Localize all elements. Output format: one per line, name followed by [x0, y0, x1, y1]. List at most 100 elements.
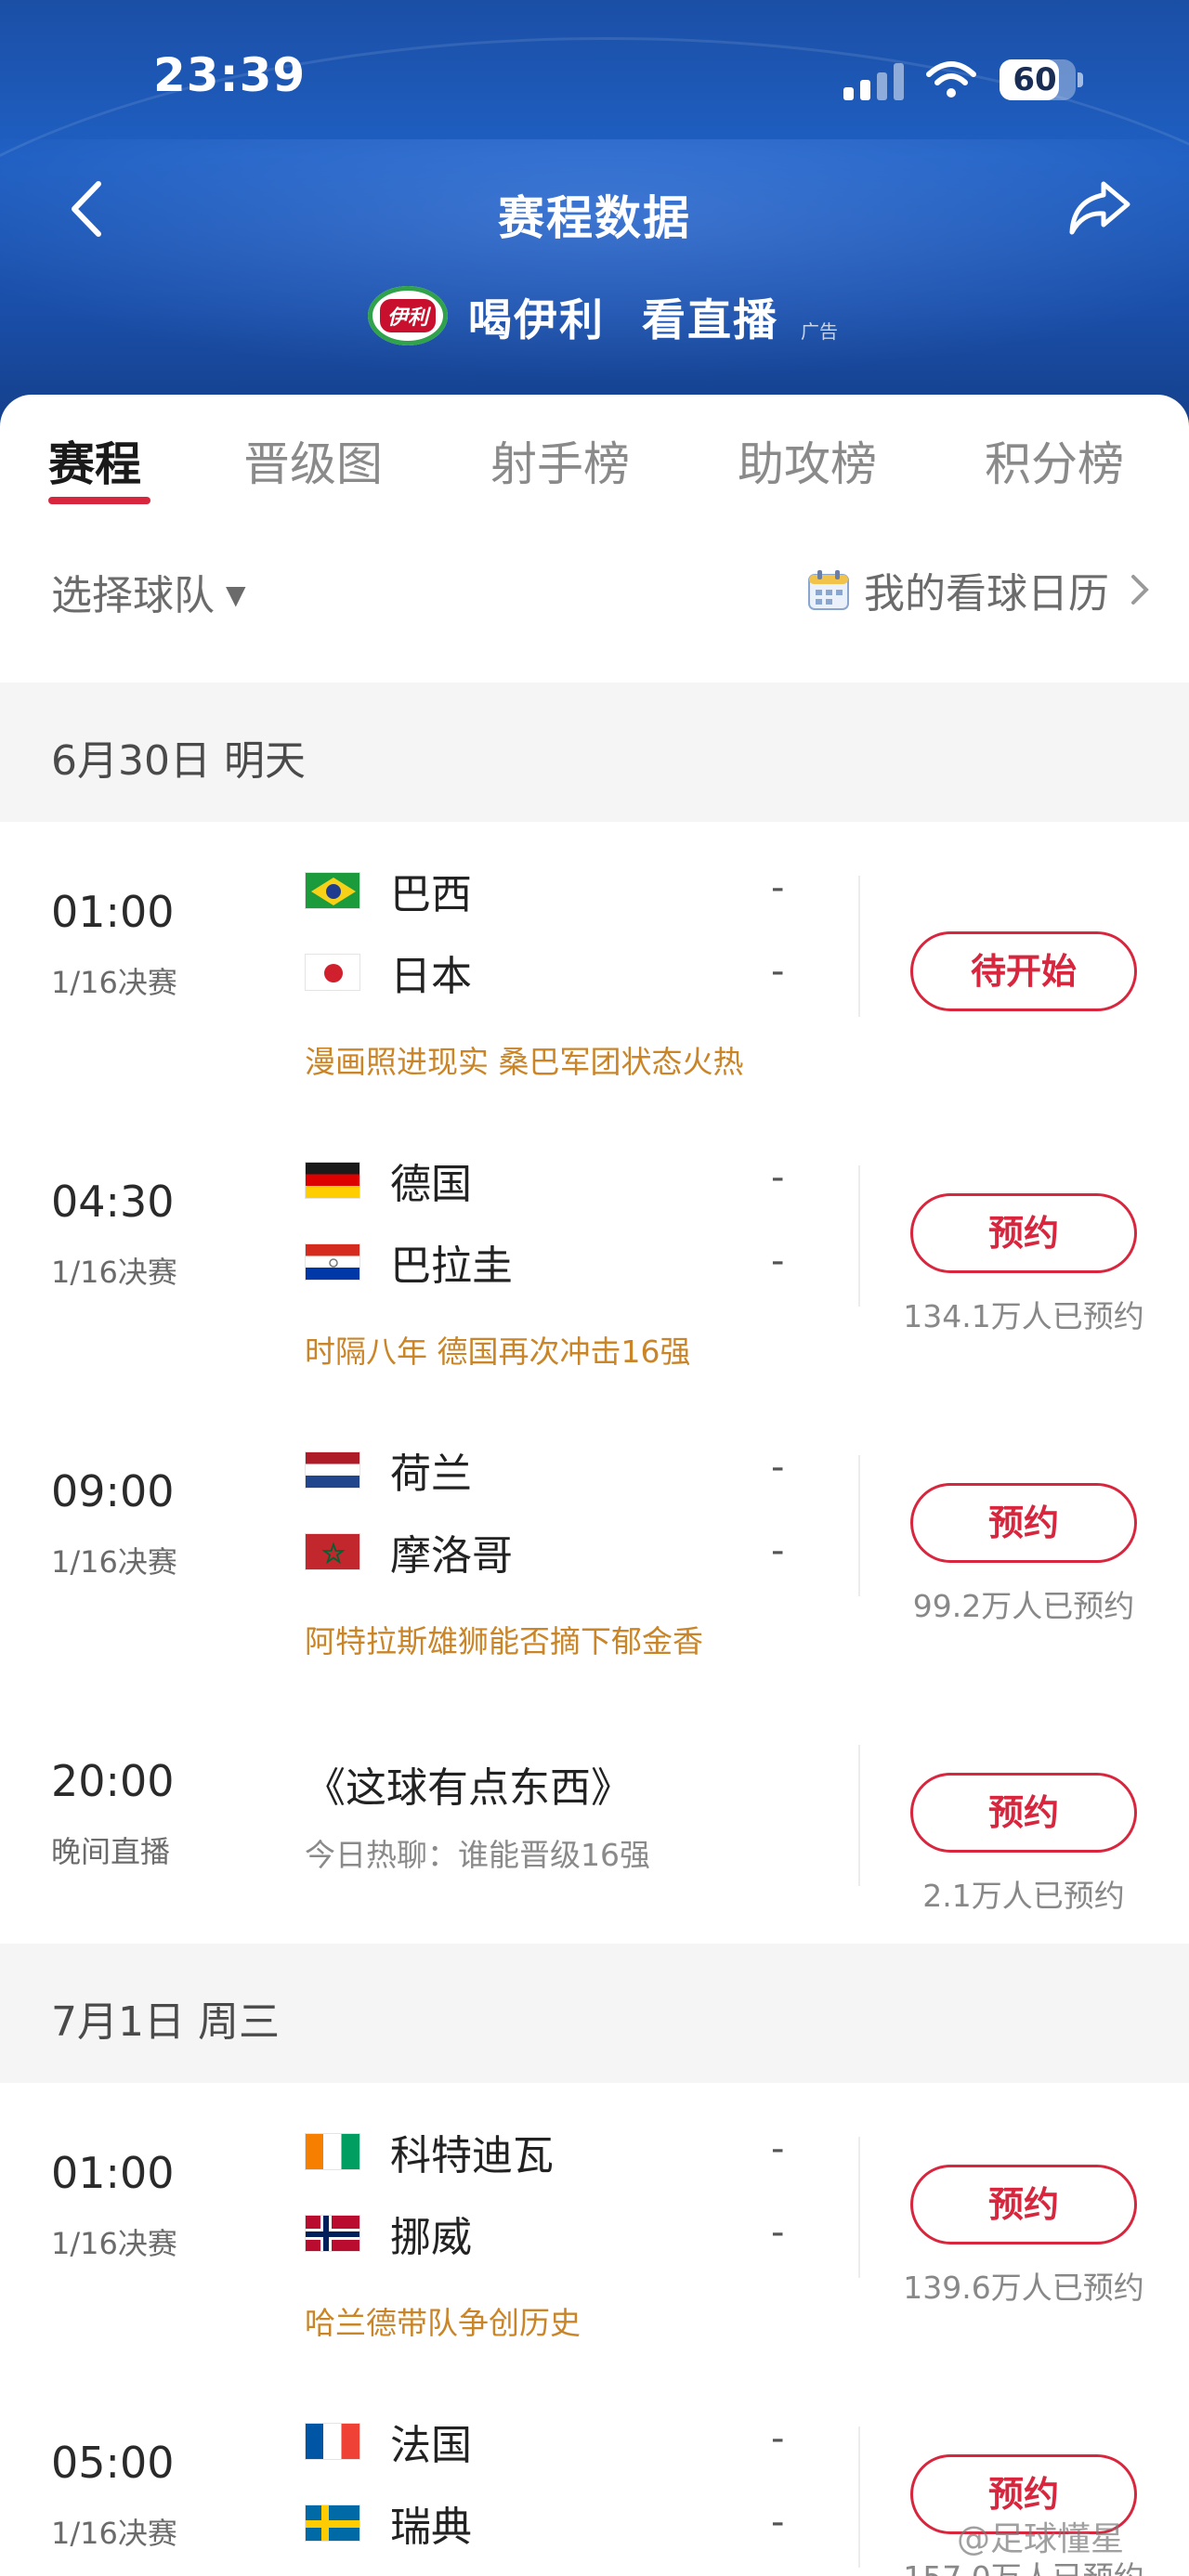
match-time: 05:00 — [51, 2438, 175, 2488]
tab-bar: 赛程 晋级图 射手榜 助攻榜 积分榜 — [0, 395, 1189, 525]
status-time: 23:39 — [153, 48, 307, 102]
reservation-count: 139.6万人已预约 — [903, 2270, 1144, 2306]
japan-flag-icon — [305, 954, 360, 991]
divider — [858, 1455, 860, 1596]
reservation-count: 134.1万人已预约 — [903, 1298, 1144, 1334]
divider — [858, 2426, 860, 2568]
caret-down-icon: ▼ — [226, 579, 246, 610]
home-team: 荷兰 — [305, 1442, 472, 1498]
divider — [858, 2137, 860, 2278]
tab-scorers[interactable]: 射手榜 — [490, 427, 630, 494]
cellular-signal-icon — [843, 63, 905, 100]
morocco-flag-icon — [305, 1533, 360, 1570]
away-team-name: 日本 — [390, 953, 472, 1000]
sweden-flag-icon — [305, 2504, 360, 2542]
match-card[interactable]: 01:00 1/16决赛 科特迪瓦 - 挪威 - 哈兰德带队争创历史 预约 13… — [0, 2083, 1189, 2374]
home-team-name: 德国 — [390, 1161, 472, 1208]
calendar-icon — [808, 570, 849, 610]
away-score: - — [771, 2501, 785, 2543]
away-team: 摩洛哥 — [305, 1524, 513, 1580]
sponsor-text: 喝伊利 — [468, 294, 605, 346]
home-team: 巴西 — [305, 863, 472, 918]
show-title: 《这球有点东西》 — [305, 1764, 632, 1812]
reserve-button[interactable]: 预约 — [910, 1773, 1137, 1853]
match-round: 1/16决赛 — [51, 1544, 177, 1580]
match-time: 01:00 — [51, 887, 175, 937]
page-title: 赛程数据 — [498, 191, 691, 245]
away-score: - — [771, 1240, 785, 1282]
away-team-name: 挪威 — [390, 2214, 472, 2261]
away-score: - — [771, 1529, 785, 1572]
divider — [858, 1745, 860, 1886]
germany-flag-icon — [305, 1162, 360, 1199]
tab-assists[interactable]: 助攻榜 — [738, 427, 877, 494]
match-card[interactable]: 01:00 1/16决赛 巴西 - 日本 - 漫画照进现实 桑巴军团状态火热 待… — [0, 822, 1189, 1113]
active-tab-indicator — [48, 497, 150, 504]
chevron-right-icon — [1131, 575, 1149, 605]
match-note: 漫画照进现实 桑巴军团状态火热 — [305, 1044, 744, 1080]
match-round: 1/16决赛 — [51, 1255, 177, 1290]
home-score: - — [771, 1446, 785, 1489]
away-team: 巴拉圭 — [305, 1234, 513, 1290]
share-icon[interactable] — [1066, 178, 1133, 238]
match-card[interactable]: 04:30 1/16决赛 德国 - 巴拉圭 - 时隔八年 德国再次冲击16强 预… — [0, 1112, 1189, 1403]
show-time: 20:00 — [51, 1756, 175, 1806]
tab-schedule[interactable]: 赛程 — [48, 427, 141, 494]
home-score: - — [771, 2127, 785, 2170]
away-team: 瑞典 — [305, 2495, 472, 2551]
schedule-sheet: 赛程 晋级图 射手榜 助攻榜 积分榜 选择球队 ▼ 我的看球日历 6月30日 明… — [0, 395, 1189, 2576]
calendar-link-label: 我的看球日历 — [864, 570, 1109, 618]
sponsor-ad[interactable]: 伊利 喝伊利 看直播 广告 — [368, 283, 838, 348]
away-score: - — [771, 950, 785, 993]
reserve-button[interactable]: 预约 — [910, 1193, 1137, 1273]
reservation-count: 2.1万人已预约 — [922, 1878, 1125, 1914]
home-team: 法国 — [305, 2413, 472, 2469]
away-score: - — [771, 2211, 785, 2254]
france-flag-icon — [305, 2423, 360, 2460]
home-team-name: 科特迪瓦 — [390, 2132, 554, 2179]
brazil-flag-icon — [305, 872, 360, 909]
paraguay-flag-icon — [305, 1243, 360, 1281]
tab-standings[interactable]: 积分榜 — [985, 427, 1124, 494]
match-time: 01:00 — [51, 2148, 175, 2198]
home-team-name: 法国 — [390, 2422, 472, 2469]
date-header: 6月30日 明天 — [0, 683, 1189, 822]
home-team: 科特迪瓦 — [305, 2124, 554, 2179]
tab-bracket[interactable]: 晋级图 — [243, 427, 383, 494]
show-card[interactable]: 20:00 晚间直播 《这球有点东西》 今日热聊：谁能晋级16强 预约 2.1万… — [0, 1691, 1189, 1970]
match-time: 04:30 — [51, 1177, 175, 1227]
date-label: 7月1日 周三 — [51, 1998, 280, 2046]
match-note: 时隔八年 德国再次冲击16强 — [305, 1334, 691, 1370]
filter-row: 选择球队 ▼ 我的看球日历 — [0, 525, 1189, 683]
reserve-button[interactable]: 预约 — [910, 1483, 1137, 1563]
show-label: 晚间直播 — [51, 1834, 171, 1869]
yili-logo-text: 伊利 — [379, 299, 436, 332]
reserve-button[interactable]: 预约 — [910, 2165, 1137, 2244]
home-team-name: 荷兰 — [390, 1451, 472, 1498]
header-banner: 23:39 60 赛程数据 伊利 喝伊利 看直播 广告 — [0, 0, 1189, 446]
yili-logo: 伊利 — [368, 286, 448, 345]
match-round: 1/16决赛 — [51, 2516, 177, 2551]
wifi-icon — [926, 61, 976, 98]
match-note: 哈兰德带队争创历史 — [305, 2305, 581, 2341]
team-select-dropdown[interactable]: 选择球队 ▼ — [51, 562, 246, 621]
reservation-count: 99.2万人已预约 — [912, 1588, 1135, 1624]
netherlands-flag-icon — [305, 1451, 360, 1489]
date-header: 7月1日 周三 — [0, 1944, 1189, 2083]
home-team: 德国 — [305, 1152, 472, 1208]
ad-label: 广告 — [801, 319, 838, 343]
home-score: - — [771, 2417, 785, 2460]
match-note: 阿特拉斯雄狮能否摘下郁金香 — [305, 1623, 703, 1659]
show-subtitle: 今日热聊：谁能晋级16强 — [305, 1837, 650, 1873]
match-round: 1/16决赛 — [51, 2226, 177, 2261]
match-round: 1/16决赛 — [51, 965, 177, 1000]
upcoming-button[interactable]: 待开始 — [910, 931, 1137, 1011]
my-calendar-link[interactable]: 我的看球日历 — [806, 560, 1154, 619]
away-team-name: 瑞典 — [390, 2504, 472, 2551]
match-card[interactable]: 09:00 1/16决赛 荷兰 - 摩洛哥 - 阿特拉斯雄狮能否摘下郁金香 预约… — [0, 1401, 1189, 1693]
away-team-name: 摩洛哥 — [390, 1532, 513, 1580]
away-team: 挪威 — [305, 2205, 472, 2261]
date-label: 6月30日 明天 — [51, 737, 306, 785]
ivory-coast-flag-icon — [305, 2133, 360, 2170]
home-score: - — [771, 1156, 785, 1199]
